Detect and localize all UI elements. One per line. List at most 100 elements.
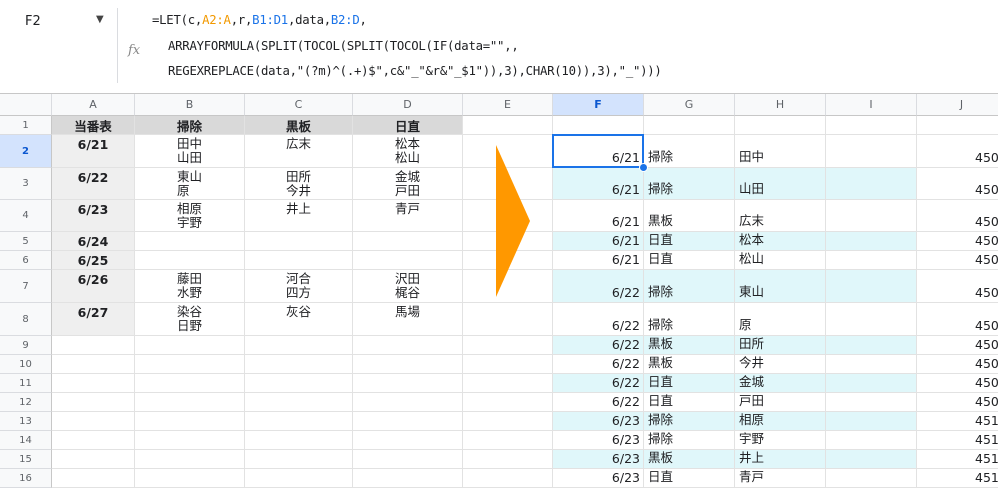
assignment-cell[interactable] [135, 251, 245, 270]
date-cell[interactable]: 6/25 [52, 251, 135, 270]
cell[interactable] [245, 469, 353, 488]
cell[interactable] [52, 393, 135, 412]
cell[interactable] [353, 393, 463, 412]
row-header-14[interactable]: 14 [0, 431, 52, 450]
cell[interactable] [826, 270, 917, 303]
output-j-cell[interactable]: 4510 [917, 450, 998, 469]
cell[interactable] [353, 355, 463, 374]
assignment-cell[interactable] [353, 232, 463, 251]
cell[interactable] [135, 450, 245, 469]
cell[interactable] [245, 336, 353, 355]
output-date-cell[interactable]: 6/22 [553, 393, 644, 412]
assignment-cell[interactable]: 河合 四方 [245, 270, 353, 303]
assignment-cell[interactable]: 青戸 [353, 200, 463, 232]
cell[interactable] [463, 393, 553, 412]
cell[interactable] [245, 374, 353, 393]
cell[interactable] [245, 412, 353, 431]
cell[interactable] [553, 116, 644, 135]
formula-line-1[interactable]: =LET(c,A2:A,r,B1:D1,data,B2:D, [152, 13, 367, 27]
date-cell[interactable]: 6/26 [52, 270, 135, 303]
output-j-cell[interactable]: 4509 [917, 355, 998, 374]
assignment-cell[interactable]: 松本 松山 [353, 135, 463, 168]
output-name-cell[interactable]: 相原 [735, 412, 826, 431]
dropdown-caret-icon[interactable]: ▼ [96, 14, 104, 25]
cell[interactable] [52, 469, 135, 488]
output-role-cell[interactable]: 日直 [644, 374, 735, 393]
output-date-cell[interactable]: 6/23 [553, 469, 644, 488]
output-name-cell[interactable]: 松山 [735, 251, 826, 270]
assignment-cell[interactable]: 灰谷 [245, 303, 353, 336]
output-role-cell[interactable]: 掃除 [644, 431, 735, 450]
output-date-cell[interactable]: 6/23 [553, 431, 644, 450]
cell[interactable] [463, 412, 553, 431]
output-name-cell[interactable]: 原 [735, 303, 826, 336]
cell[interactable] [826, 116, 917, 135]
table-header-b[interactable]: 掃除 [135, 116, 245, 135]
output-date-cell[interactable]: 6/21 [553, 251, 644, 270]
output-j-cell[interactable]: 4509 [917, 168, 998, 200]
cell[interactable] [463, 374, 553, 393]
output-j-cell[interactable]: 4510 [917, 431, 998, 450]
cell[interactable] [135, 412, 245, 431]
output-j-cell[interactable]: 4509 [917, 200, 998, 232]
assignment-cell[interactable]: 広末 [245, 135, 353, 168]
cell[interactable] [353, 469, 463, 488]
output-date-cell[interactable]: 6/22 [553, 270, 644, 303]
output-role-cell[interactable]: 掃除 [644, 412, 735, 431]
output-role-cell[interactable]: 黒板 [644, 450, 735, 469]
cell[interactable] [353, 450, 463, 469]
output-name-cell[interactable]: 山田 [735, 168, 826, 200]
row-header-1[interactable]: 1 [0, 116, 52, 135]
output-j-cell[interactable]: 4509 [917, 135, 998, 168]
date-cell[interactable]: 6/21 [52, 135, 135, 168]
column-header-e[interactable]: E [463, 94, 553, 116]
output-date-cell[interactable]: 6/22 [553, 374, 644, 393]
cell[interactable] [735, 116, 826, 135]
column-header-i[interactable]: I [826, 94, 917, 116]
assignment-cell[interactable]: 藤田 水野 [135, 270, 245, 303]
output-role-cell[interactable]: 掃除 [644, 270, 735, 303]
output-role-cell[interactable]: 日直 [644, 469, 735, 488]
assignment-cell[interactable]: 井上 [245, 200, 353, 232]
cell[interactable] [463, 303, 553, 336]
output-role-cell[interactable]: 黒板 [644, 200, 735, 232]
assignment-cell[interactable]: 東山 原 [135, 168, 245, 200]
cell[interactable] [463, 431, 553, 450]
cell[interactable] [52, 336, 135, 355]
cell[interactable] [826, 431, 917, 450]
row-header-2[interactable]: 2 [0, 135, 52, 168]
cell[interactable] [353, 431, 463, 450]
output-name-cell[interactable]: 広末 [735, 200, 826, 232]
row-header-3[interactable]: 3 [0, 168, 52, 200]
column-header-h[interactable]: H [735, 94, 826, 116]
cell[interactable] [245, 431, 353, 450]
output-j-cell[interactable]: 4509 [917, 270, 998, 303]
output-role-cell[interactable]: 黒板 [644, 336, 735, 355]
row-header-16[interactable]: 16 [0, 469, 52, 488]
date-cell[interactable]: 6/24 [52, 232, 135, 251]
formula-line-2[interactable]: ARRAYFORMULA(SPLIT(TOCOL(SPLIT(TOCOL(IF(… [168, 39, 519, 53]
fill-handle[interactable] [639, 163, 648, 172]
row-header-6[interactable]: 6 [0, 251, 52, 270]
assignment-cell[interactable]: 田中 山田 [135, 135, 245, 168]
table-header-c[interactable]: 黒板 [245, 116, 353, 135]
output-role-cell[interactable]: 掃除 [644, 168, 735, 200]
output-j-cell[interactable]: 4509 [917, 303, 998, 336]
cell[interactable] [826, 374, 917, 393]
output-j-cell[interactable]: 4509 [917, 393, 998, 412]
cell[interactable] [463, 450, 553, 469]
output-date-cell[interactable]: 6/21 [553, 168, 644, 200]
cell[interactable] [463, 355, 553, 374]
cell[interactable] [463, 469, 553, 488]
cell[interactable] [52, 374, 135, 393]
column-header-g[interactable]: G [644, 94, 735, 116]
assignment-cell[interactable]: 沢田 梶谷 [353, 270, 463, 303]
cell[interactable] [135, 469, 245, 488]
output-j-cell[interactable]: 4509 [917, 336, 998, 355]
output-j-cell[interactable]: 4509 [917, 251, 998, 270]
assignment-cell[interactable]: 馬場 [353, 303, 463, 336]
date-cell[interactable]: 6/23 [52, 200, 135, 232]
output-j-cell[interactable]: 4510 [917, 469, 998, 488]
cell[interactable] [826, 200, 917, 232]
date-cell[interactable]: 6/27 [52, 303, 135, 336]
